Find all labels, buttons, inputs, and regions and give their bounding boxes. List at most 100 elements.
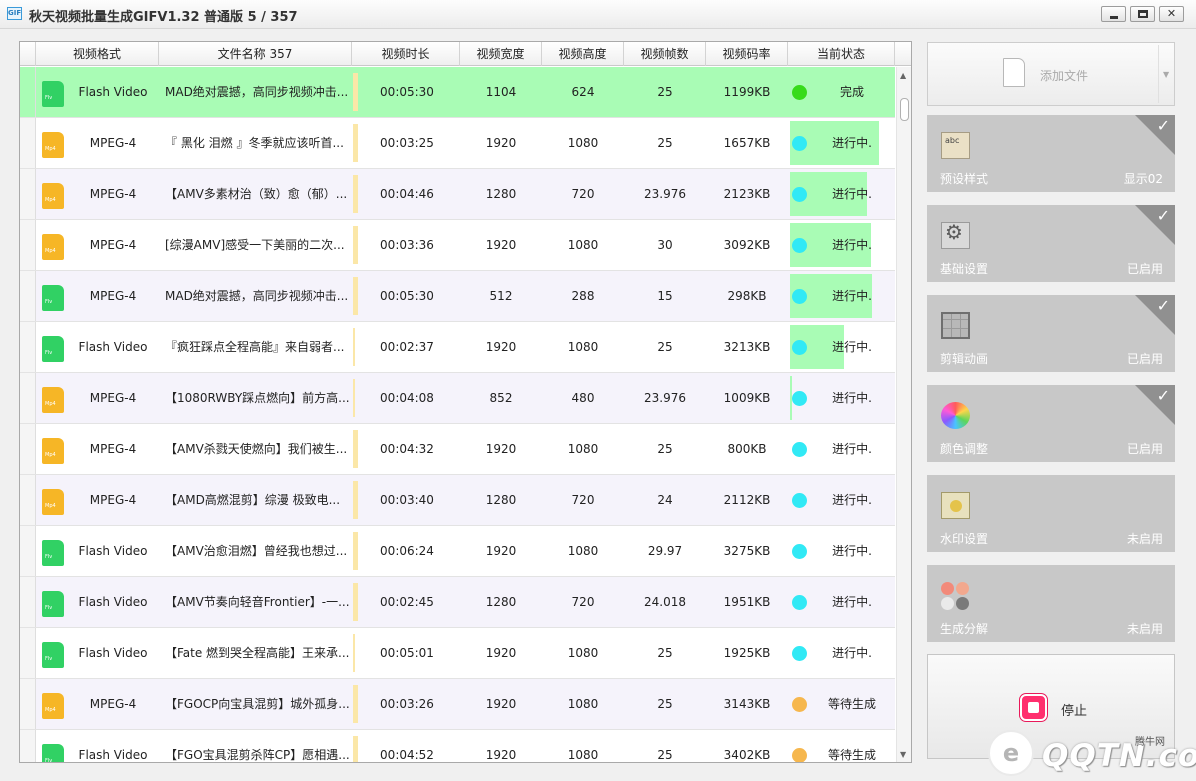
table-row[interactable]: Mp4 MPEG-4 【1080RWBY踩点燃向】前方高... 00:04:08 852… bbox=[20, 373, 895, 424]
width-cell: 1920 bbox=[485, 340, 517, 354]
fps-cell: 25 bbox=[657, 136, 673, 150]
color-wheel-icon bbox=[941, 402, 970, 429]
row-select-cell[interactable] bbox=[20, 679, 36, 729]
settings-card-1[interactable]: abc 预设样式 显示02 ✓ bbox=[927, 115, 1175, 192]
document-icon bbox=[1003, 58, 1025, 87]
header-duration[interactable]: 视频时长 bbox=[352, 42, 460, 66]
duration-marker bbox=[353, 328, 355, 366]
checkmark-icon: ✓ bbox=[1156, 386, 1170, 405]
fps-cell: 24 bbox=[657, 493, 673, 507]
height-cell: 1080 bbox=[567, 748, 599, 762]
header-width[interactable]: 视频宽度 bbox=[460, 42, 542, 66]
row-select-cell[interactable] bbox=[20, 730, 36, 762]
width-cell: 1920 bbox=[485, 748, 517, 762]
row-select-cell[interactable] bbox=[20, 322, 36, 372]
table-row[interactable]: Flv Flash Video 【AMV治愈泪燃】曾经我也想过... 00:06:24… bbox=[20, 526, 895, 577]
fps-cell: 29.97 bbox=[647, 544, 683, 558]
bitrate-cell: 1925KB bbox=[723, 646, 771, 660]
scroll-thumb[interactable] bbox=[900, 98, 909, 121]
row-select-cell[interactable] bbox=[20, 271, 36, 321]
status-dot-icon bbox=[792, 748, 807, 762]
maximize-button[interactable] bbox=[1130, 6, 1155, 22]
header-height[interactable]: 视频高度 bbox=[542, 42, 624, 66]
table-row[interactable]: Flv Flash Video 【AMV节奏向轻音Frontier】-一... 00:… bbox=[20, 577, 895, 628]
table-header: 视频格式 文件名称 357 视频时长 视频宽度 视频高度 视频帧数 视频码率 当… bbox=[20, 42, 911, 66]
scroll-down-icon[interactable]: ▼ bbox=[900, 750, 906, 759]
table-row[interactable]: Mp4 MPEG-4 【FGOCP向宝具混剪】城外孤身... 00:03:26 1920… bbox=[20, 679, 895, 730]
settings-card-6[interactable]: 生成分解 未启用 bbox=[927, 565, 1175, 642]
fps-cell: 25 bbox=[657, 646, 673, 660]
header-format[interactable]: 视频格式 bbox=[36, 42, 159, 66]
settings-card-5[interactable]: 水印设置 未启用 bbox=[927, 475, 1175, 552]
header-status[interactable]: 当前状态 bbox=[788, 42, 895, 66]
scroll-up-icon[interactable]: ▲ bbox=[900, 71, 906, 80]
filename-cell: 『疯狂踩点全程高能』来自弱者... bbox=[165, 340, 345, 354]
watermark-brand: QQTN.com bbox=[1042, 738, 1196, 774]
duration-cell: 00:02:45 bbox=[380, 595, 434, 609]
settings-card-4[interactable]: 颜色调整 已启用 ✓ bbox=[927, 385, 1175, 462]
bitrate-cell: 2112KB bbox=[723, 493, 771, 507]
card-name: 预设样式 bbox=[940, 172, 989, 186]
add-file-divider bbox=[1158, 45, 1159, 103]
filename-cell: 【AMV节奏向轻音Frontier】-一... bbox=[165, 595, 350, 609]
table-row[interactable]: Mp4 MPEG-4 [综漫AMV]感受一下美丽的二次... 00:03:36 1920… bbox=[20, 220, 895, 271]
format-cell: MPEG-4 bbox=[89, 136, 137, 150]
mp4-file-icon: Mp4 bbox=[42, 387, 64, 413]
format-cell: MPEG-4 bbox=[89, 289, 137, 303]
format-cell: MPEG-4 bbox=[89, 238, 137, 252]
table-row[interactable]: Flv Flash Video 【Fate 燃到哭全程高能】王来承... 00:05:… bbox=[20, 628, 895, 679]
row-select-cell[interactable] bbox=[20, 628, 36, 678]
table-row[interactable]: Flv Flash Video 【FGO宝具混剪杀阵CP】愿相遇... 00:04:5… bbox=[20, 730, 895, 762]
table-row[interactable]: Mp4 MPEG-4 【AMD高燃混剪】综漫 极致电... 00:03:40 1280 7… bbox=[20, 475, 895, 526]
table-row[interactable]: Flv Flash Video MAD绝对震撼，高同步视频冲击... 00:05:30… bbox=[20, 67, 895, 118]
table-row[interactable]: Flv MPEG-4 MAD绝对震撼，高同步视频冲击... 00:05:30 512 28… bbox=[20, 271, 895, 322]
close-button[interactable]: ✕ bbox=[1159, 6, 1184, 22]
bitrate-cell: 1199KB bbox=[723, 85, 771, 99]
vertical-scrollbar[interactable]: ▲ ▼ bbox=[896, 67, 911, 762]
fps-cell: 25 bbox=[657, 697, 673, 711]
bitrate-cell: 1009KB bbox=[723, 391, 771, 405]
row-select-cell[interactable] bbox=[20, 67, 36, 117]
table-row[interactable]: Mp4 MPEG-4 『 黑化 泪燃 』冬季就应该听首... 00:03:25 1920… bbox=[20, 118, 895, 169]
status-cell: 进行中. bbox=[832, 595, 872, 609]
row-select-cell[interactable] bbox=[20, 373, 36, 423]
height-cell: 720 bbox=[571, 595, 595, 609]
card-status: 显示02 bbox=[1123, 172, 1163, 186]
mp4-file-icon: Mp4 bbox=[42, 438, 64, 464]
settings-card-3[interactable]: 剪辑动画 已启用 ✓ bbox=[927, 295, 1175, 372]
row-select-cell[interactable] bbox=[20, 475, 36, 525]
row-select-cell[interactable] bbox=[20, 118, 36, 168]
row-select-cell[interactable] bbox=[20, 526, 36, 576]
mp4-file-icon: Mp4 bbox=[42, 489, 64, 515]
status-dot-icon bbox=[792, 697, 807, 712]
chevron-down-icon[interactable]: ▼ bbox=[1163, 70, 1169, 79]
card-name: 剪辑动画 bbox=[940, 352, 989, 366]
status-cell: 进行中. bbox=[832, 136, 872, 150]
header-filename[interactable]: 文件名称 357 bbox=[159, 42, 352, 66]
header-fps[interactable]: 视频帧数 bbox=[624, 42, 706, 66]
table-row[interactable]: Flv Flash Video 『疯狂踩点全程高能』来自弱者... 00:02:37 1… bbox=[20, 322, 895, 373]
header-bitrate[interactable]: 视频码率 bbox=[706, 42, 788, 66]
table-row[interactable]: Mp4 MPEG-4 【AMV杀戮天使燃向】我们被生... 00:04:32 1920 1… bbox=[20, 424, 895, 475]
minimize-button[interactable] bbox=[1101, 6, 1126, 22]
add-file-button[interactable]: 添加文件 ▼ bbox=[927, 42, 1175, 106]
settings-card-2[interactable]: ⚙ 基础设置 已启用 ✓ bbox=[927, 205, 1175, 282]
watermark-image-icon bbox=[941, 492, 970, 519]
width-cell: 852 bbox=[489, 391, 513, 405]
width-cell: 1104 bbox=[485, 85, 517, 99]
watermark-logo-icon: e bbox=[988, 730, 1034, 776]
header-select-column[interactable] bbox=[20, 42, 36, 66]
width-cell: 1920 bbox=[485, 442, 517, 456]
row-select-cell[interactable] bbox=[20, 220, 36, 270]
height-cell: 720 bbox=[571, 493, 595, 507]
status-cell: 进行中. bbox=[832, 289, 872, 303]
row-select-cell[interactable] bbox=[20, 169, 36, 219]
flv-file-icon: Flv bbox=[42, 81, 64, 107]
width-cell: 1920 bbox=[485, 544, 517, 558]
width-cell: 512 bbox=[489, 289, 513, 303]
row-select-cell[interactable] bbox=[20, 577, 36, 627]
bitrate-cell: 3213KB bbox=[723, 340, 771, 354]
row-select-cell[interactable] bbox=[20, 424, 36, 474]
card-name: 颜色调整 bbox=[940, 442, 989, 456]
table-row[interactable]: Mp4 MPEG-4 【AMV多素材治（致）愈（郁）... 00:04:46 1280 7… bbox=[20, 169, 895, 220]
